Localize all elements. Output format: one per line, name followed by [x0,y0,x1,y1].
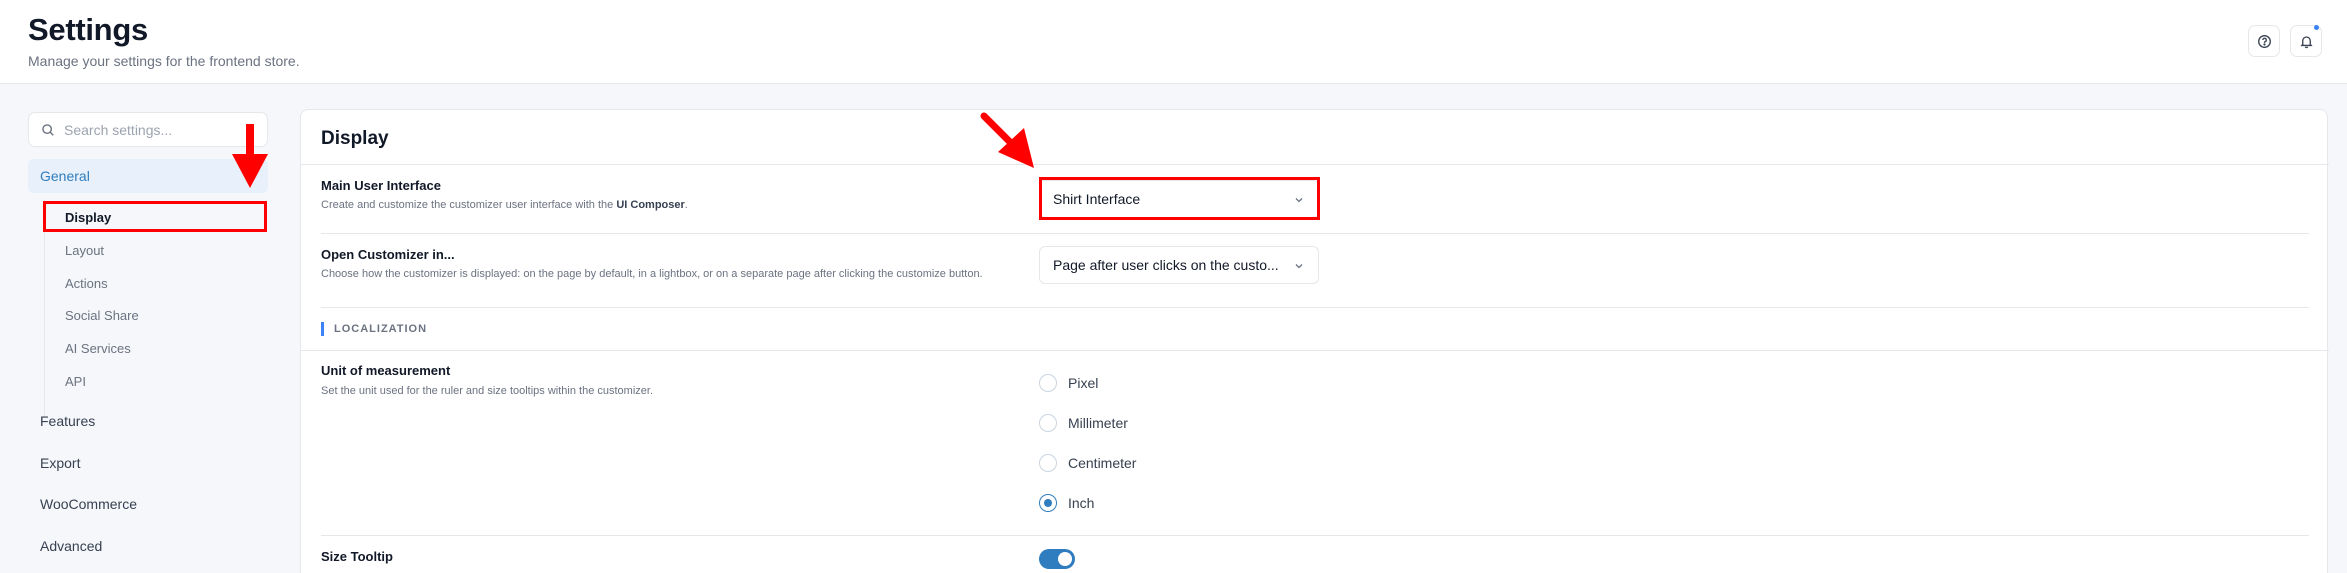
annotation-arrow-down [232,124,268,188]
radio-label: Inch [1068,495,1095,511]
open-customizer-label: Open Customizer in... [321,247,455,262]
general-sub-list: Display Layout Actions Social Share AI S… [44,200,264,418]
open-customizer-select-value: Page after user clicks on the custo... [1053,257,1279,273]
divider [321,307,2309,308]
highlight-box-display [43,201,267,232]
toggle-knob [1058,552,1072,566]
open-customizer-description: Choose how the customizer is displayed: … [321,268,983,280]
radio-millimeter[interactable]: Millimeter [1039,414,1128,432]
sidebar-item-woocommerce[interactable]: WooCommerce [40,496,137,512]
sidebar-item-layout[interactable]: Layout [65,243,104,258]
highlight-box-main-ui-select [1039,177,1320,220]
radio-circle[interactable] [1039,374,1057,392]
search-input[interactable] [64,121,254,138]
radio-label: Millimeter [1068,415,1128,431]
bell-icon [2299,35,2313,48]
radio-circle[interactable] [1039,414,1057,432]
section-localization: LOCALIZATION [321,322,427,336]
divider [301,164,2329,165]
radio-circle[interactable] [1039,454,1057,472]
sidebar-item-actions[interactable]: Actions [65,276,108,291]
divider [321,535,2309,536]
help-button[interactable] [2248,25,2280,57]
radio-pixel[interactable]: Pixel [1039,374,1098,392]
main-ui-label: Main User Interface [321,178,441,193]
sidebar-item-ai-services[interactable]: AI Services [65,341,131,356]
annotation-arrow-diagonal [980,112,1034,168]
unit-description: Set the unit used for the ruler and size… [321,385,654,397]
chevron-down-icon [1295,264,1303,269]
page-subtitle: Manage your settings for the frontend st… [28,53,300,69]
page-header: Settings Manage your settings for the fr… [0,0,2347,84]
notification-dot [2314,25,2319,30]
radio-circle-selected[interactable] [1039,494,1057,512]
sidebar-item-export[interactable]: Export [40,455,80,471]
size-tooltip-label: Size Tooltip [321,549,393,564]
main-ui-description: Create and customize the customizer user… [321,199,688,211]
sidebar-item-social-share[interactable]: Social Share [65,308,139,323]
sidebar-item-features[interactable]: Features [40,413,95,429]
size-tooltip-toggle[interactable] [1039,549,1075,569]
panel-title: Display [321,128,389,149]
radio-inch[interactable]: Inch [1039,494,1094,512]
sidebar-item-advanced[interactable]: Advanced [40,538,102,554]
radio-centimeter[interactable]: Centimeter [1039,454,1136,472]
help-circle-icon [2257,34,2271,48]
ui-composer-link[interactable]: UI Composer [616,199,684,211]
radio-label: Centimeter [1068,455,1137,471]
notifications-button[interactable] [2290,25,2322,57]
divider [301,350,2329,351]
search-icon [42,123,54,136]
sidebar-item-api[interactable]: API [65,374,86,389]
page-title: Settings [28,12,148,47]
open-customizer-select[interactable]: Page after user clicks on the custo... [1039,246,1319,284]
radio-label: Pixel [1068,375,1099,391]
divider [321,233,2309,234]
unit-label: Unit of measurement [321,363,451,378]
